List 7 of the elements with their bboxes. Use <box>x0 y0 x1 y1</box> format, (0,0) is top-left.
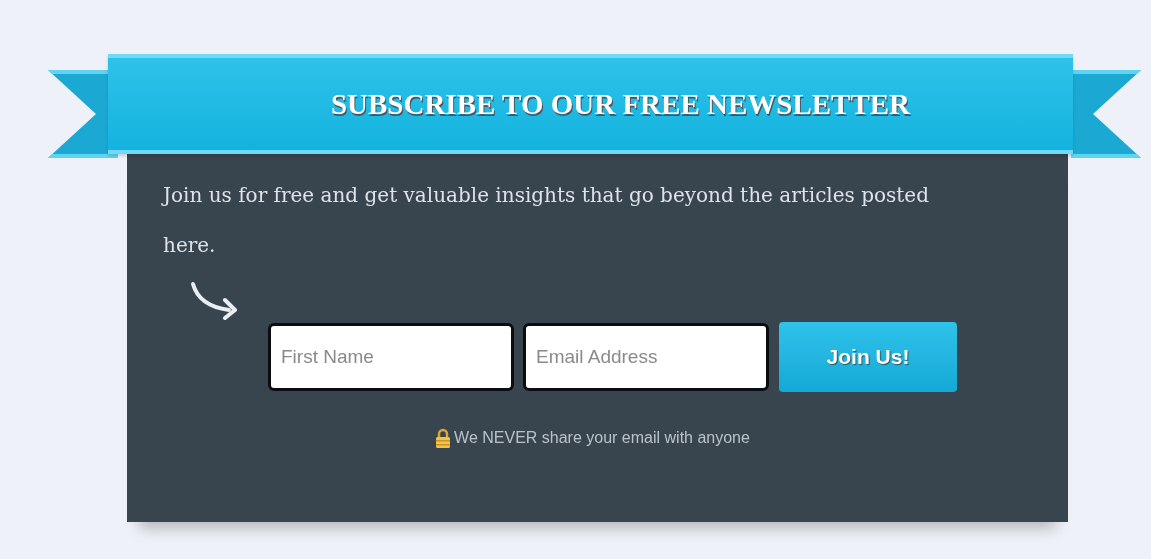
privacy-note: We NEVER share your email with anyone <box>454 429 750 447</box>
banner-title: SUBSCRIBE TO OUR FREE NEWSLETTER <box>330 87 911 121</box>
text-field[interactable]: Email Address <box>523 323 769 391</box>
intro-text: Join us for free and get valuable insights that go beyond the articles posted here. <box>163 182 930 259</box>
text-field[interactable]: First Name <box>268 323 514 391</box>
lock-icon <box>435 428 452 448</box>
join-button[interactable]: Join Us! <box>779 322 957 392</box>
